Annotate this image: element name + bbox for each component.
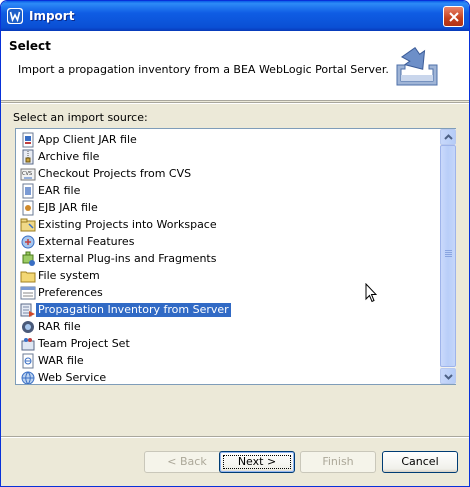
ear-file-icon — [22, 183, 34, 199]
button-bar-separator — [1, 436, 469, 438]
list-item[interactable]: RAR file — [16, 318, 440, 335]
import-dialog: Import Select Import a propagation inven… — [0, 0, 470, 487]
list-item[interactable]: Existing Projects into Workspace — [16, 216, 440, 233]
archive-file-icon — [22, 149, 34, 165]
folder-icon — [20, 271, 36, 283]
header-separator — [1, 102, 469, 104]
wizard-header: Select Import a propagation inventory fr… — [1, 31, 469, 101]
weblogic-app-icon — [7, 8, 23, 24]
scroll-grip-icon — [445, 250, 452, 258]
plugin-icon — [22, 251, 35, 266]
import-source-list[interactable]: App Client JAR file Archive file CVS Che… — [15, 128, 456, 385]
list-item[interactable]: Web Service — [16, 369, 440, 384]
existing-projects-icon — [20, 218, 36, 232]
list-item[interactable]: WAR file — [16, 352, 440, 369]
back-button[interactable]: < Back — [144, 451, 230, 473]
list-item[interactable]: App Client JAR file — [16, 131, 440, 148]
preferences-icon — [20, 286, 36, 300]
web-service-icon — [21, 371, 35, 384]
chevron-up-icon — [444, 134, 453, 140]
scroll-down-button[interactable] — [440, 368, 456, 384]
scroll-up-button[interactable] — [440, 129, 456, 145]
chevron-down-icon — [444, 374, 453, 380]
mouse-cursor-icon — [365, 283, 377, 303]
page-description: Import a propagation inventory from a BE… — [18, 63, 389, 76]
list-item[interactable]: EJB JAR file — [16, 199, 440, 216]
rar-file-icon — [22, 321, 34, 333]
next-button[interactable]: Next > — [219, 451, 295, 473]
list-item[interactable]: External Features — [16, 233, 440, 250]
window-title: Import — [29, 9, 75, 23]
list-item[interactable]: File system — [16, 267, 440, 284]
war-file-icon — [22, 353, 34, 369]
list-item[interactable]: Archive file — [16, 148, 440, 165]
scroll-thumb[interactable] — [440, 145, 456, 367]
ejb-jar-icon — [22, 200, 34, 216]
import-source-label: Select an import source: — [13, 111, 148, 124]
app-client-jar-icon — [22, 132, 34, 148]
page-title: Select — [9, 39, 51, 53]
finish-button[interactable]: Finish — [300, 451, 376, 473]
list-item[interactable]: External Plug-ins and Fragments — [16, 250, 440, 267]
list-item-selected[interactable]: Propagation Inventory from Server — [16, 301, 440, 318]
team-project-set-icon — [21, 338, 35, 351]
list-item[interactable]: EAR file — [16, 182, 440, 199]
list-item[interactable]: CVS Checkout Projects from CVS — [16, 165, 440, 182]
cancel-button[interactable]: Cancel — [382, 451, 458, 473]
svg-text:CVS: CVS — [22, 171, 32, 177]
close-icon — [449, 12, 459, 22]
close-button[interactable] — [443, 6, 464, 27]
external-features-icon — [21, 235, 35, 249]
propagation-inventory-icon — [20, 303, 35, 317]
list-scrollbar[interactable] — [440, 129, 456, 384]
list-item[interactable]: Team Project Set — [16, 335, 440, 352]
import-wizard-icon — [396, 47, 438, 86]
cvs-checkout-icon: CVS — [20, 168, 36, 181]
title-bar[interactable]: Import — [1, 1, 469, 31]
